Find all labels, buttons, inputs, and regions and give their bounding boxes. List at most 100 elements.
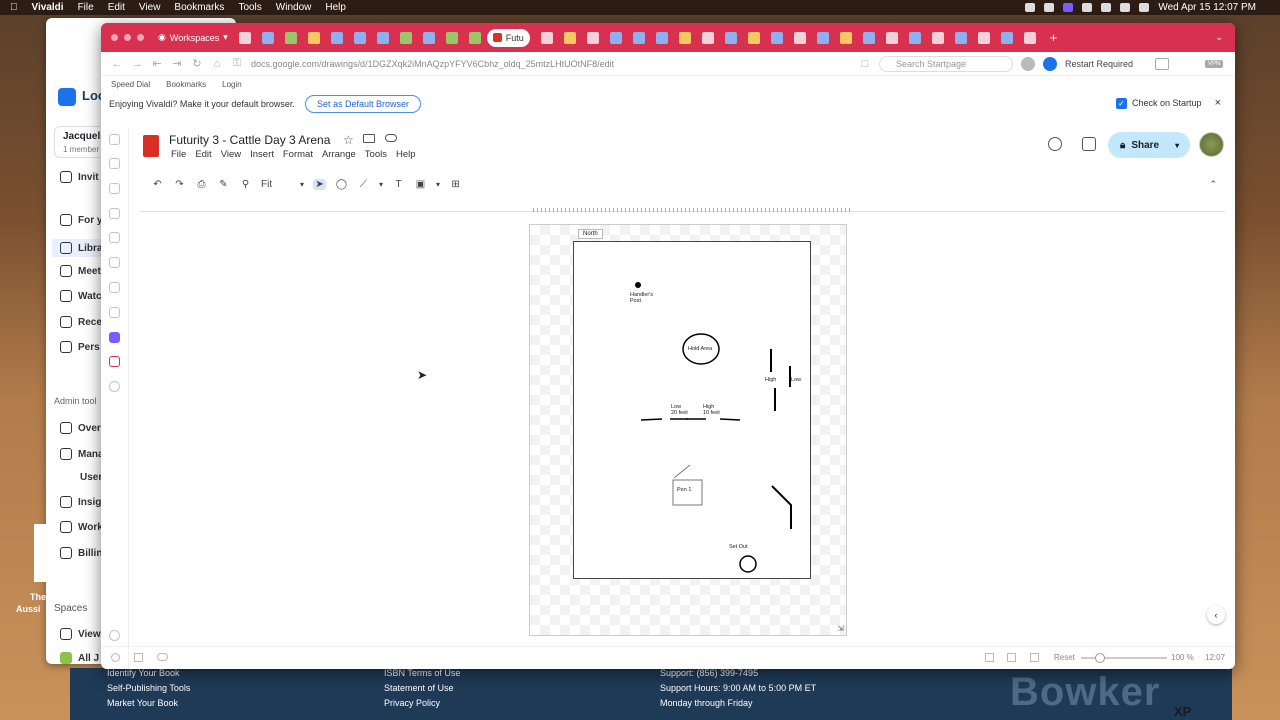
tab[interactable] (376, 31, 389, 44)
zoom-reset-button[interactable]: Reset (1054, 653, 1075, 662)
tab[interactable] (793, 31, 806, 44)
tab[interactable] (885, 31, 898, 44)
apple-icon[interactable]:  (10, 2, 18, 13)
rewind-button[interactable]: ⇤ (151, 57, 163, 70)
add-comment-icon[interactable]: ⊞ (449, 179, 462, 190)
tab[interactable] (839, 31, 852, 44)
line-tool-icon[interactable]: ⟋ (357, 179, 370, 190)
bg-admin-item[interactable]: Billin (60, 547, 102, 559)
menubar-tools[interactable]: Tools (238, 2, 261, 13)
zoom-select[interactable]: Fit (261, 179, 291, 190)
tab[interactable] (954, 31, 967, 44)
capture-icon[interactable] (985, 653, 994, 662)
panel-translate-icon[interactable] (109, 282, 120, 293)
bg-nav-item[interactable]: Pers (60, 341, 100, 353)
tab[interactable] (1000, 31, 1013, 44)
tab[interactable] (540, 31, 553, 44)
text-box-icon[interactable]: T (392, 179, 405, 190)
tab[interactable] (724, 31, 737, 44)
bg-admin-item[interactable]: Over (60, 422, 101, 434)
tab[interactable] (563, 31, 576, 44)
footer-link[interactable]: Self-Publishing Tools (107, 681, 190, 696)
status-icon[interactable] (1044, 3, 1055, 12)
arena-field[interactable]: Handler's Post Hold Area High Low Low 20… (573, 241, 811, 579)
panel-settings-icon[interactable] (109, 630, 120, 641)
pen-1-label[interactable]: Pen 1 (677, 487, 691, 493)
footer-link[interactable]: Statement of Use (384, 681, 460, 696)
fast-forward-button[interactable]: ⇥ (171, 57, 183, 70)
bg-admin-item[interactable]: User (80, 472, 102, 483)
drawings-logo-icon[interactable] (143, 135, 159, 157)
menubar-view[interactable]: View (139, 2, 161, 13)
home-button[interactable]: ⌂ (211, 58, 223, 70)
image-icon[interactable]: ▣ (414, 179, 427, 190)
panel-downloads-icon[interactable] (109, 183, 120, 194)
close-window-button[interactable] (111, 34, 118, 41)
bg-nav-item[interactable]: For y (60, 214, 102, 226)
bg-all-item[interactable]: All J (60, 652, 99, 664)
comments-icon[interactable] (1082, 137, 1096, 151)
menu-view[interactable]: View (221, 149, 241, 160)
menu-arrange[interactable]: Arrange (322, 149, 356, 160)
status-icon[interactable] (1082, 3, 1093, 12)
zoom-slider-thumb[interactable] (1095, 653, 1105, 663)
collapse-toolbar-icon[interactable]: ⌃ (1209, 179, 1217, 190)
user-avatar[interactable] (1199, 132, 1224, 157)
url-field[interactable]: docs.google.com/drawings/d/1DGZXqk2iMnAQ… (251, 59, 851, 69)
profile-icon[interactable] (1021, 56, 1035, 71)
move-folder-icon[interactable] (363, 134, 375, 143)
tab[interactable] (977, 31, 990, 44)
low-20-feet-label[interactable]: Low 20 feet (671, 404, 688, 416)
panel-toggle-icon[interactable] (111, 653, 120, 662)
resize-handle-icon[interactable]: ⇲ (837, 624, 844, 633)
sync-cloud-icon[interactable] (157, 653, 168, 661)
menubar-bookmarks[interactable]: Bookmarks (174, 2, 224, 13)
forward-button[interactable]: → (131, 58, 143, 70)
wifi-icon[interactable] (1101, 3, 1112, 12)
panel-notes-icon[interactable] (109, 232, 120, 243)
close-icon[interactable]: × (1215, 97, 1221, 109)
bg-invite[interactable]: Invit (60, 171, 99, 183)
chevron-down-icon[interactable]: ▾ (436, 180, 440, 189)
restart-required[interactable]: Restart Required (1065, 59, 1133, 69)
panel-mastodon-icon[interactable] (109, 332, 120, 343)
footer-link[interactable]: Market Your Book (107, 696, 190, 711)
menu-help[interactable]: Help (396, 149, 416, 160)
north-label[interactable]: North (578, 229, 603, 239)
star-icon[interactable]: ☆ (343, 133, 354, 147)
expand-side-panel-icon[interactable]: ‹ (1207, 606, 1225, 624)
handlers-post-label[interactable]: Handler's Post (630, 292, 653, 304)
redo-icon[interactable]: ↷ (173, 179, 186, 190)
undo-icon[interactable]: ↶ (151, 179, 164, 190)
lock-icon[interactable]: ⚿ (231, 57, 243, 70)
paint-format-icon[interactable]: ✎ (217, 179, 230, 190)
bg-admin-item[interactable]: Mana (60, 448, 104, 460)
tab[interactable] (747, 31, 760, 44)
bookmark-speed-dial[interactable]: Speed Dial (111, 80, 150, 89)
set-out-label[interactable]: Set Out (729, 544, 748, 550)
panel-window-icon[interactable] (109, 257, 120, 268)
tab[interactable] (353, 31, 366, 44)
search-icon[interactable] (1139, 3, 1150, 12)
tab[interactable] (632, 31, 645, 44)
tab[interactable] (609, 31, 622, 44)
print-icon[interactable]: ⎙ (195, 179, 208, 190)
footer-link[interactable]: Privacy Policy (384, 696, 460, 711)
document-title[interactable]: Futurity 3 - Cattle Day 3 Arena (169, 133, 330, 147)
bg-admin-item[interactable]: Insig (60, 496, 101, 508)
panel-sync-icon[interactable] (109, 307, 120, 318)
chevron-down-icon[interactable]: ▾ (379, 180, 383, 189)
drawing-canvas-area[interactable]: ➤ North Handler's Post Hold Area High Lo… (139, 208, 1225, 661)
hold-area-label[interactable]: Hold Area (688, 346, 712, 352)
menu-file[interactable]: File (171, 149, 186, 160)
panel-history-icon[interactable] (109, 208, 120, 219)
tab[interactable] (655, 31, 668, 44)
menubar-edit[interactable]: Edit (108, 2, 125, 13)
menubar-help[interactable]: Help (325, 2, 346, 13)
bluetooth-icon[interactable] (1120, 3, 1131, 12)
new-tab-button[interactable]: + (1050, 30, 1058, 45)
tab[interactable] (586, 31, 599, 44)
tab[interactable] (468, 31, 481, 44)
high-label[interactable]: High (765, 377, 776, 383)
bg-view-item[interactable]: View (60, 628, 101, 640)
